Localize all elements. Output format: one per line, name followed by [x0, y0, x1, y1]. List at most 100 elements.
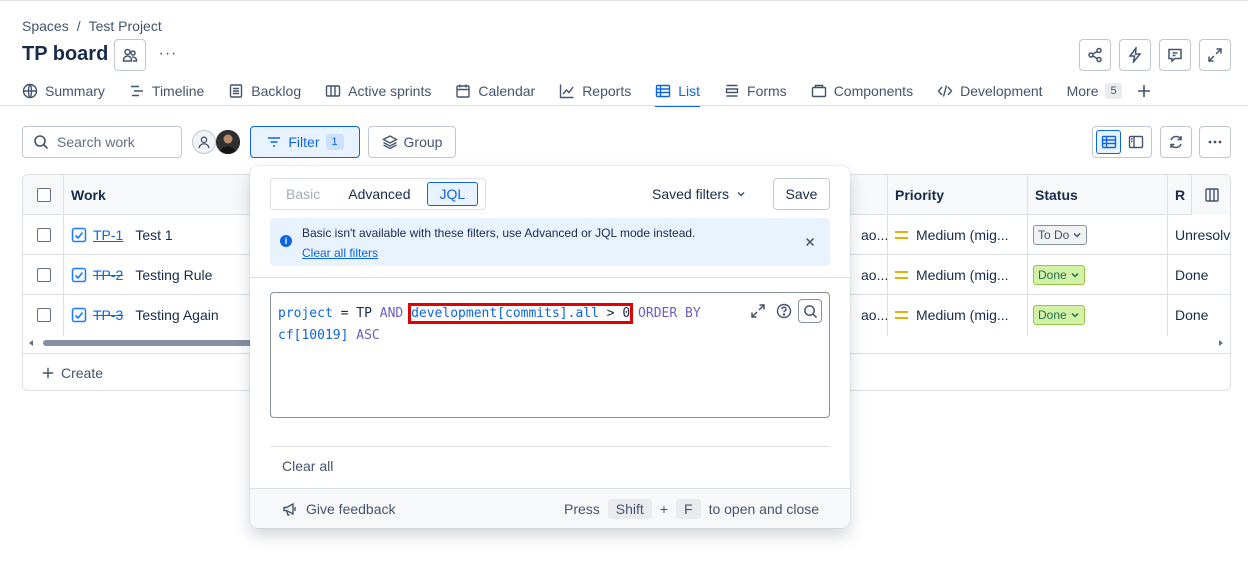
expand-editor-button[interactable] — [746, 299, 770, 323]
give-feedback-button[interactable]: Give feedback — [282, 501, 396, 517]
row-checkbox[interactable] — [37, 268, 51, 282]
mode-jql[interactable]: JQL — [426, 182, 479, 206]
user-avatar[interactable] — [216, 130, 240, 154]
more-actions-button[interactable] — [1199, 126, 1231, 158]
search-input[interactable]: Search work — [22, 126, 182, 158]
column-divider — [887, 175, 888, 336]
chevron-down-icon — [737, 191, 745, 197]
search-placeholder: Search work — [57, 134, 135, 150]
plus-icon — [1137, 85, 1150, 97]
add-tab-button[interactable] — [1136, 77, 1152, 105]
scroll-right-icon[interactable] — [1217, 339, 1225, 347]
jql-space — [403, 306, 411, 321]
megaphone-icon — [283, 502, 296, 516]
tab-list[interactable]: List — [655, 77, 700, 107]
tab-backlog[interactable]: Backlog — [228, 77, 301, 105]
task-icon — [71, 267, 87, 283]
column-header-work[interactable]: Work — [71, 175, 106, 215]
page-title: TP board — [22, 43, 109, 65]
select-all-checkbox[interactable] — [37, 188, 51, 202]
issue-key-link[interactable]: TP-1 — [93, 227, 123, 243]
issue-key-link[interactable]: TP-2 — [93, 267, 123, 283]
tab-forms[interactable]: Forms — [724, 77, 787, 105]
scroll-left-icon[interactable] — [27, 339, 35, 347]
jql-keyword-order-by: ORDER BY — [630, 306, 701, 321]
breadcrumb-project[interactable]: Test Project — [89, 18, 162, 34]
view-toggle — [1092, 126, 1152, 158]
team-button[interactable] — [114, 39, 146, 71]
save-button[interactable]: Save — [773, 178, 830, 210]
popup-divider — [250, 277, 850, 278]
jql-query[interactable]: project = TP AND development[commits].al… — [278, 303, 738, 347]
board-more-button[interactable]: ··· — [158, 42, 178, 66]
more-horizontal-icon — [1208, 140, 1222, 144]
status-label: To Do — [1038, 228, 1070, 242]
tab-reports[interactable]: Reports — [559, 77, 631, 105]
table-view-button[interactable] — [1096, 130, 1121, 154]
breadcrumb: Spaces / Test Project — [22, 16, 162, 36]
column-settings-button[interactable] — [1191, 175, 1230, 215]
jql-search-button[interactable] — [798, 299, 822, 323]
status-dropdown[interactable]: Done — [1033, 265, 1085, 285]
column-header-status[interactable]: Status — [1035, 175, 1078, 215]
close-icon — [805, 237, 815, 247]
priority-cell[interactable]: Medium (mig... — [895, 255, 1009, 295]
automation-button[interactable] — [1119, 39, 1151, 71]
priority-cell[interactable]: Medium (mig... — [895, 215, 1009, 255]
tab-active-sprints[interactable]: Active sprints — [325, 77, 431, 105]
group-button[interactable]: Group — [368, 126, 456, 158]
tab-calendar[interactable]: Calendar — [455, 77, 535, 105]
row-checkbox[interactable] — [37, 308, 51, 322]
issue-summary[interactable]: Test 1 — [135, 227, 172, 243]
tab-label: Backlog — [251, 83, 302, 99]
column-header-resolution[interactable]: R — [1175, 175, 1189, 215]
column-header-priority[interactable]: Priority — [895, 175, 944, 215]
priority-medium-icon — [895, 271, 908, 279]
row-checkbox[interactable] — [37, 228, 51, 242]
column-divider — [63, 175, 64, 336]
unassigned-avatar[interactable] — [192, 130, 216, 154]
issue-summary[interactable]: Testing Again — [135, 307, 218, 323]
refresh-button[interactable] — [1160, 126, 1192, 158]
tab-more[interactable]: More 5 — [1067, 77, 1122, 105]
work-cell: TP-1 Test 1 — [71, 215, 173, 255]
saved-filters-dropdown[interactable]: Saved filters — [652, 178, 747, 210]
status-dropdown[interactable]: Done — [1033, 305, 1085, 325]
feedback-button[interactable] — [1159, 39, 1191, 71]
clear-all-button[interactable]: Clear all — [282, 458, 333, 474]
mode-basic: Basic — [286, 186, 321, 202]
tab-development[interactable]: Development — [937, 77, 1043, 105]
tab-summary[interactable]: Summary — [22, 77, 105, 105]
project-tabs: Summary Timeline Backlog Active sprints … — [22, 76, 1152, 107]
issue-key-link[interactable]: TP-3 — [93, 307, 123, 323]
chevron-down-icon — [1073, 232, 1081, 238]
issue-summary[interactable]: Testing Rule — [135, 267, 212, 283]
fullscreen-button[interactable] — [1199, 39, 1231, 71]
clear-all-filters-link[interactable]: Clear all filters — [302, 246, 378, 260]
detail-view-button[interactable] — [1123, 130, 1148, 154]
mode-advanced[interactable]: Advanced — [336, 182, 422, 206]
jql-editor[interactable]: project = TP AND development[commits].al… — [270, 292, 830, 418]
layers-icon — [381, 135, 398, 150]
scrollbar-thumb[interactable] — [43, 340, 273, 346]
components-icon — [811, 84, 826, 98]
tab-components[interactable]: Components — [811, 77, 913, 105]
jql-help-button[interactable] — [772, 299, 796, 323]
row-checkbox-cell — [37, 295, 51, 335]
share-button[interactable] — [1079, 39, 1111, 71]
priority-cell[interactable]: Medium (mig... — [895, 295, 1009, 335]
shortcut-press: Press — [564, 500, 600, 517]
group-label: Group — [403, 134, 443, 150]
status-dropdown[interactable]: To Do — [1033, 225, 1088, 245]
priority-label: Medium (mig... — [916, 227, 1009, 243]
close-banner-button[interactable] — [802, 234, 818, 250]
filter-button[interactable]: Filter 1 — [250, 126, 360, 158]
breadcrumb-spaces[interactable]: Spaces — [22, 18, 69, 34]
filter-mode-switcher: Basic Advanced JQL — [270, 178, 486, 210]
shortcut-suffix: to open and close — [708, 500, 820, 517]
breadcrumb-separator: / — [76, 18, 81, 34]
tab-timeline[interactable]: Timeline — [129, 77, 204, 105]
help-icon — [776, 303, 792, 319]
people-icon — [122, 48, 138, 62]
tab-label: Development — [960, 83, 1043, 99]
